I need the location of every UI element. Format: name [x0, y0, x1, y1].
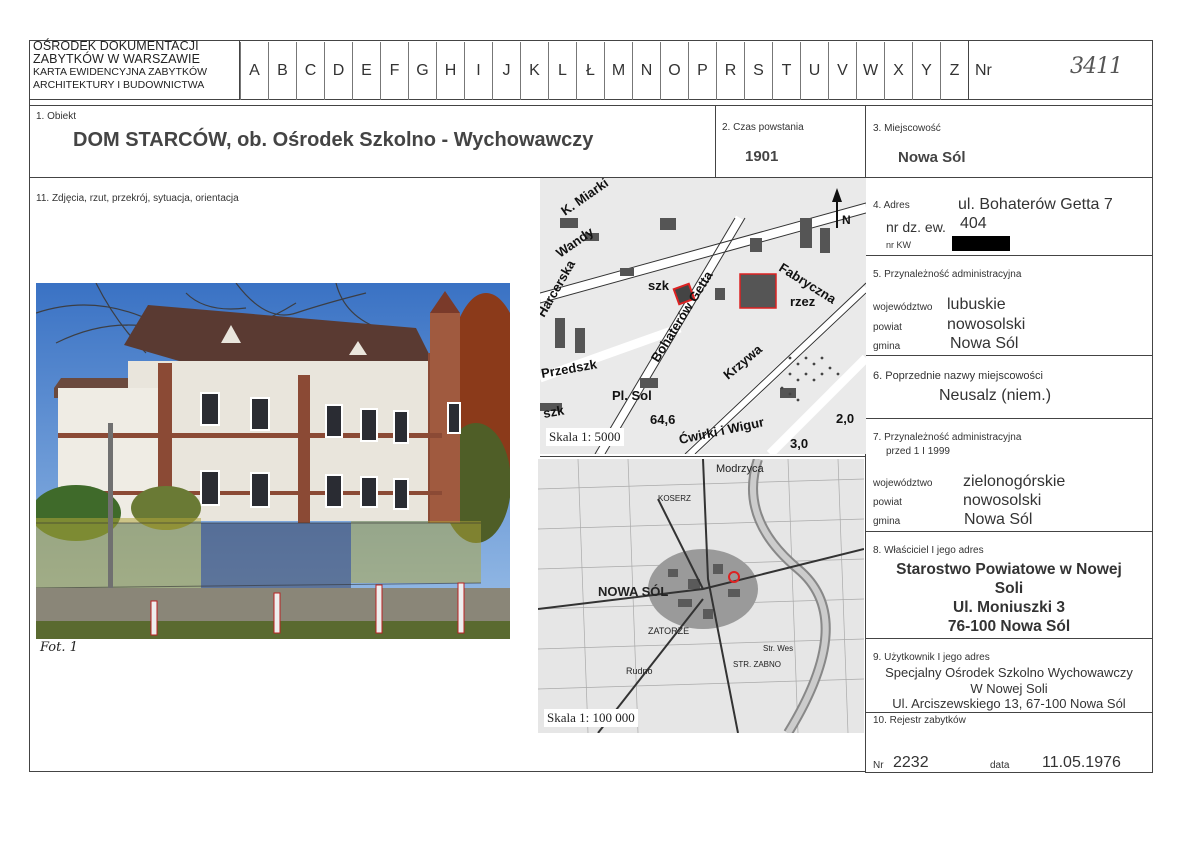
letter-cell: E — [352, 42, 380, 100]
admin-old-date: przed 1 I 1999 — [886, 446, 950, 457]
institution-line-4: ARCHITEKTURY I BUDOWNICTWA — [33, 79, 205, 91]
admin-old-gmina-value: Nowa Sól — [964, 511, 1033, 528]
admin-old-voiv-label: województwo — [873, 478, 933, 489]
letter-cell: C — [296, 42, 324, 100]
locality-label: 3. Miejscowość — [873, 123, 941, 134]
admin-voiv-value: lubuskie — [947, 296, 1006, 313]
previous-names-label: 6. Poprzednie nazwy miejscowości — [873, 370, 1043, 382]
letter-cell: U — [800, 42, 828, 100]
owner-line-1: Starostwo Powiatowe w Nowej — [896, 561, 1122, 578]
plot-value: 404 — [960, 215, 987, 232]
user-line-2: W Nowej Soli — [970, 680, 1048, 696]
user-address: Specjalny Ośrodek Szkolno Wychowawczy W … — [866, 665, 1152, 712]
letter-cell: I — [464, 42, 492, 100]
registry-label: 10. Rejestr zabytków — [873, 715, 966, 726]
registry-date-value: 11.05.1976 — [1042, 754, 1121, 771]
map-place-zatorze: ZATORZE — [648, 626, 689, 636]
photo-caption: Fot. 1 — [40, 640, 78, 655]
letter-cell: S — [744, 42, 772, 100]
letter-cell: J — [492, 42, 520, 100]
map-place-rudno: Rudno — [626, 666, 653, 676]
letter-cell: V — [828, 42, 856, 100]
letter-cell: Y — [912, 42, 940, 100]
admin-old-voiv-value: zielonogórskie — [963, 473, 1066, 490]
nr-handwritten: 3411 — [1070, 54, 1123, 79]
letter-cell: A — [240, 42, 268, 100]
registry-date-label: data — [990, 760, 1010, 771]
letter-cell: M — [604, 42, 632, 100]
map-number-2: 2,0 — [836, 411, 854, 426]
user-line-3: Ul. Arciszewskiego 13, 67-100 Nowa Sól — [892, 696, 1126, 711]
registry-nr-value: 2232 — [893, 754, 929, 771]
registry-nr-label: Nr — [873, 760, 884, 771]
kw-label: nr KW — [886, 240, 912, 250]
user-line-1: Specjalny Ośrodek Szkolno Wychowawczy — [885, 665, 1133, 680]
time-label: 2. Czas powstania — [722, 122, 804, 133]
letter-cell: L — [548, 42, 576, 100]
photos-label: 11. Zdjęcia, rzut, przekrój, sytuacja, o… — [36, 193, 239, 204]
admin-gmina-label: gmina — [873, 341, 901, 352]
scale-top: Skala 1: 5000 — [546, 428, 624, 446]
map-label-pl-sol: Pl. Sol — [612, 388, 652, 403]
letter-cell: D — [324, 42, 352, 100]
map-place-str-wes: Str. Wes — [763, 644, 793, 653]
letter-cell: B — [268, 42, 296, 100]
admin-voiv-label: województwo — [873, 302, 933, 313]
letter-cell: P — [688, 42, 716, 100]
user-label: 9. Użytkownik I jego adres — [873, 652, 990, 663]
map-label-rzez: rzez — [790, 294, 816, 309]
plot-label: nr dz. ew. — [886, 219, 946, 235]
kw-redacted — [952, 236, 1010, 251]
letter-cell: K — [520, 42, 548, 100]
institution-line-2: ZABYTKÓW W WARSZAWIE — [33, 52, 201, 66]
owner-address: Starostwo Powiatowe w Nowej Soli Ul. Mon… — [866, 560, 1152, 636]
time-value: 1901 — [745, 148, 779, 165]
admin-old-gmina-label: gmina — [873, 516, 901, 527]
owner-line-4: 76-100 Nowa Sól — [947, 618, 1071, 635]
admin-powiat-value: nowosolski — [947, 316, 1026, 333]
letter-cell: T — [772, 42, 800, 100]
map-number-1: 64,6 — [650, 412, 675, 427]
object-name: DOM STARCÓW, ob. Ośrodek Szkolno - Wycho… — [73, 129, 594, 151]
letter-index-strip: ABCDEFGHIJKLŁMNOPRSTUVWXYZ — [240, 42, 968, 100]
admin-old-label: 7. Przynależność administracyjna — [873, 432, 1022, 443]
admin-old-powiat-label: powiat — [873, 497, 902, 508]
north-label: N — [842, 213, 851, 227]
map-place-nowa-sol: NOWA SÓL — [598, 584, 668, 599]
locality-value: Nowa Sól — [898, 149, 966, 166]
admin-gmina-value: Nowa Sól — [950, 335, 1019, 352]
map-place-modrzyca: Modrzyca — [716, 463, 765, 475]
street-map: Bohaterów Getta Fabryczna Krzywa Wandy K… — [540, 178, 866, 454]
nr-label: Nr — [975, 62, 992, 79]
map-label-szk-1: szk — [648, 278, 670, 293]
admin-label: 5. Przynależność administracyjna — [873, 269, 1022, 280]
map-number-3: 3,0 — [790, 436, 808, 451]
map-place-koserz: KOSERZ — [658, 494, 691, 503]
address-label: 4. Adres — [873, 200, 910, 211]
letter-cell: F — [380, 42, 408, 100]
owner-line-2: Soli — [994, 580, 1024, 597]
institution-title: OŚRODEK DOKUMENTACJI ZABYTKÓW W WARSZAWI… — [33, 40, 238, 92]
admin-old-powiat-value: nowosolski — [963, 492, 1042, 509]
letter-cell: H — [436, 42, 464, 100]
scale-bottom: Skala 1: 100 000 — [544, 709, 638, 727]
letter-cell: W — [856, 42, 884, 100]
letter-cell: X — [884, 42, 912, 100]
letter-cell: N — [632, 42, 660, 100]
topographic-map: Modrzyca NOWA SÓL KOSERZ ZATORZE STR. ZA… — [538, 459, 864, 733]
letter-cell: R — [716, 42, 744, 100]
letter-cell: O — [660, 42, 688, 100]
owner-line-3: Ul. Moniuszki 3 — [953, 599, 1065, 616]
letter-cell: Ł — [576, 42, 604, 100]
map-place-str-zabno: STR. ZABNO — [733, 660, 781, 669]
institution-line-3: KARTA EWIDENCYJNA ZABYTKÓW — [33, 66, 208, 78]
admin-powiat-label: powiat — [873, 322, 902, 333]
letter-cell: G — [408, 42, 436, 100]
letter-cell: Z — [940, 42, 968, 100]
building-photo — [36, 283, 510, 639]
previous-names-value: Neusalz (niem.) — [939, 387, 1052, 404]
owner-label: 8. Właściciel I jego adres — [873, 545, 984, 556]
object-label: 1. Obiekt — [36, 111, 77, 122]
address-street: ul. Bohaterów Getta 7 — [958, 196, 1113, 213]
